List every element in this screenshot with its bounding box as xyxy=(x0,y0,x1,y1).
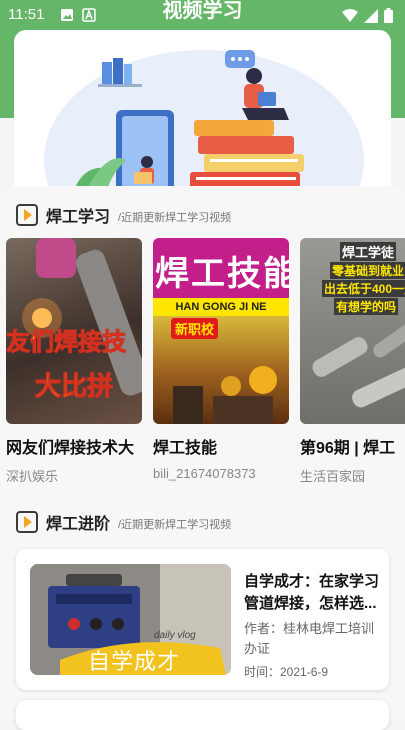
school-badge: 新职校 xyxy=(171,318,219,339)
article-time: 时间：2021-6-9 xyxy=(244,665,329,679)
thumbnail-caption: 大比拼 xyxy=(34,371,113,402)
status-bar: 11:51 xyxy=(0,0,405,30)
video-card[interactable]: 友们焊接技 大比拼 网友们焊接技术大 深扒娱乐 xyxy=(6,238,142,485)
video-author: 生活百家园 xyxy=(300,469,366,484)
video-thumbnail[interactable]: 焊工学徒 零基础到就业 出去低于400一天 有想学的吗 xyxy=(300,238,405,424)
thumbnail-caption: 自学成才 xyxy=(88,649,181,674)
video-title[interactable]: 第96期 | 焊工 xyxy=(300,434,405,458)
video-card[interactable]: 焊工学徒 零基础到就业 出去低于400一天 有想学的吗 第96期 | 焊工 生活… xyxy=(300,238,405,485)
video-thumbnail[interactable]: 友们焊接技 大比拼 xyxy=(6,238,142,424)
thumbnail-subcaption: HAN GONG JI NE xyxy=(153,298,289,316)
video-title[interactable]: 网友们焊接技术大 xyxy=(6,434,142,458)
section-header-welding-study: 焊工学习 /近期更新焊工学习视频 xyxy=(16,202,231,228)
thumbnail-caption: 有想学的吗 xyxy=(334,298,399,315)
battery-icon xyxy=(384,8,393,23)
status-system-icons xyxy=(342,8,393,23)
wifi-icon xyxy=(342,8,358,22)
thumbnail-tag: daily vlog xyxy=(154,630,196,641)
video-thumbnail[interactable]: 焊工技能 HAN GONG JI NE 新职校 xyxy=(153,238,289,424)
video-author: bili_21674078373 xyxy=(153,466,256,481)
image-icon xyxy=(61,9,73,21)
article-title[interactable]: 自学成才：在家学习管道焊接，怎样选... xyxy=(244,571,384,615)
article-thumbnail[interactable]: daily vlog 自学成才 xyxy=(30,564,231,675)
thumbnail-caption: 零基础到就业 xyxy=(330,262,405,279)
reading-books-illustration xyxy=(44,50,364,195)
section-title: 焊工进阶 xyxy=(46,516,111,533)
a-icon xyxy=(82,8,96,22)
signal-icon xyxy=(364,8,378,23)
status-time: 11:51 xyxy=(8,6,45,23)
thumbnail-caption: 焊工技能 xyxy=(155,255,289,293)
status-notifications xyxy=(60,8,96,22)
banner[interactable] xyxy=(14,30,391,195)
video-play-icon xyxy=(16,511,38,533)
video-carousel[interactable]: 友们焊接技 大比拼 网友们焊接技术大 深扒娱乐 焊工技能 HAN GONG JI… xyxy=(6,238,405,488)
thumbnail-caption: 出去低于400一天 xyxy=(322,280,405,297)
section-subtitle: /近期更新焊工学习视频 xyxy=(118,518,232,531)
next-article-card[interactable] xyxy=(16,700,389,730)
video-title[interactable]: 焊工技能 xyxy=(153,434,289,458)
thumbnail-caption: 友们焊接技 xyxy=(6,329,127,357)
section-header-welding-advanced: 焊工进阶 /近期更新焊工学习视频 xyxy=(16,509,231,535)
video-play-icon xyxy=(16,204,38,226)
article-card[interactable]: daily vlog 自学成才 自学成才：在家学习管道焊接，怎样选... 作者：… xyxy=(16,549,389,690)
section-title: 焊工学习 xyxy=(46,209,111,226)
article-author: 作者：桂林电焊工培训办证 xyxy=(244,621,375,656)
video-author: 深扒娱乐 xyxy=(6,469,59,484)
video-card[interactable]: 焊工技能 HAN GONG JI NE 新职校 焊工技能 bili_216740… xyxy=(153,238,289,481)
thumbnail-caption: 焊工学徒 xyxy=(340,242,397,261)
section-subtitle: /近期更新焊工学习视频 xyxy=(118,211,232,224)
